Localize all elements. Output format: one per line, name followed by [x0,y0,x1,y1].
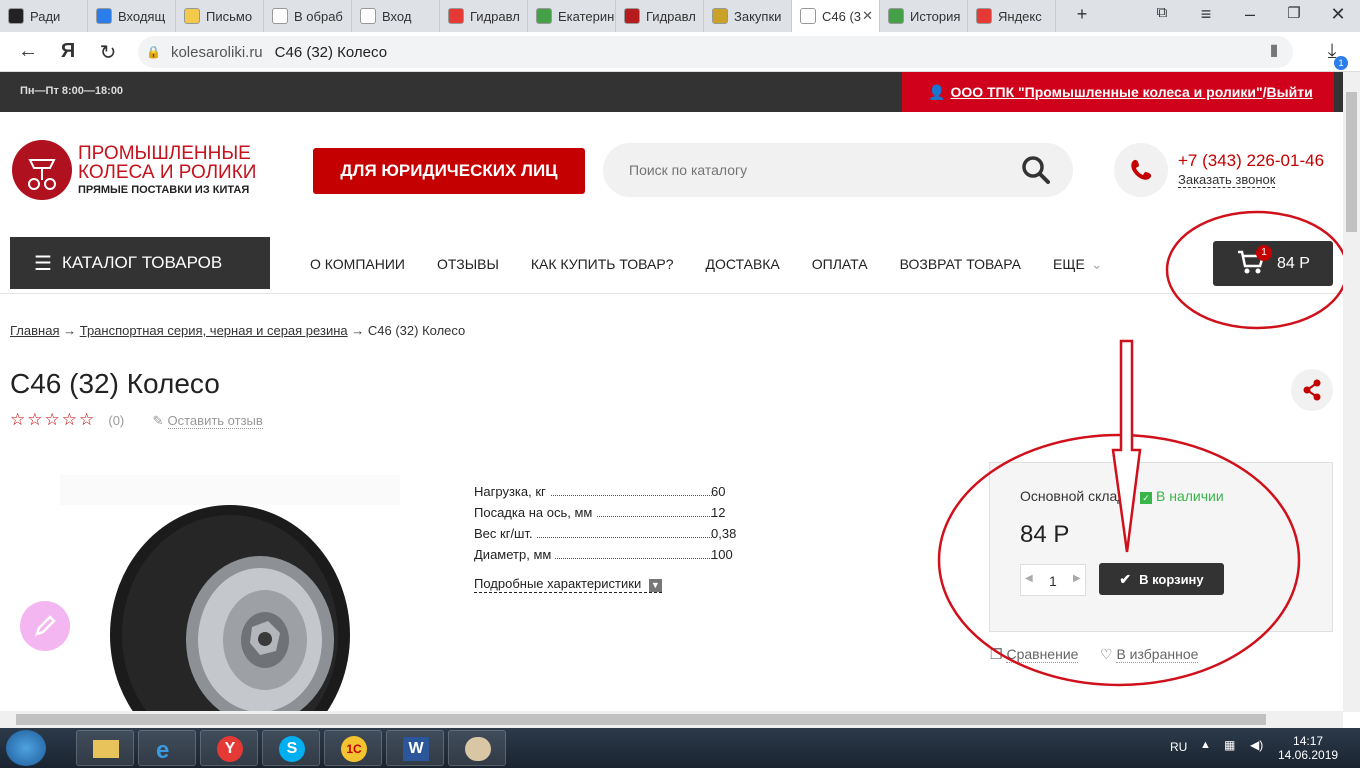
skype-icon[interactable]: S [262,730,320,766]
start-button[interactable] [6,730,46,766]
language-indicator[interactable]: RU [1170,740,1187,754]
yandex-browser-icon[interactable]: Y [200,730,258,766]
horizontal-scrollbar[interactable] [0,711,1343,728]
1c-icon[interactable]: 1C [324,730,382,766]
volume-icon[interactable]: ◀) [1250,738,1263,752]
vertical-scrollbar[interactable] [1343,72,1360,712]
word-icon[interactable]: W [386,730,444,766]
vertical-scroll-thumb[interactable] [1346,92,1357,232]
system-clock[interactable]: 14:17 14.06.2019 [1278,734,1338,762]
paint-icon[interactable] [448,730,506,766]
horizontal-scroll-thumb[interactable] [16,714,1266,725]
clock-time: 14:17 [1293,734,1324,748]
annotation-circle-cart [1165,210,1343,330]
network-icon[interactable]: ▦ [1224,738,1235,752]
explorer-icon[interactable] [76,730,134,766]
tray-arrow-icon[interactable]: ▲ [1200,739,1211,751]
internet-explorer-icon[interactable]: e [138,730,196,766]
clock-date: 14.06.2019 [1278,748,1339,762]
annotation-arrow [1111,339,1142,553]
windows-taskbar: e Y S 1C W RU ▲ ▦ ◀) 14:17 14.06.2019 [0,728,1360,768]
annotation-overlay [937,210,1343,687]
